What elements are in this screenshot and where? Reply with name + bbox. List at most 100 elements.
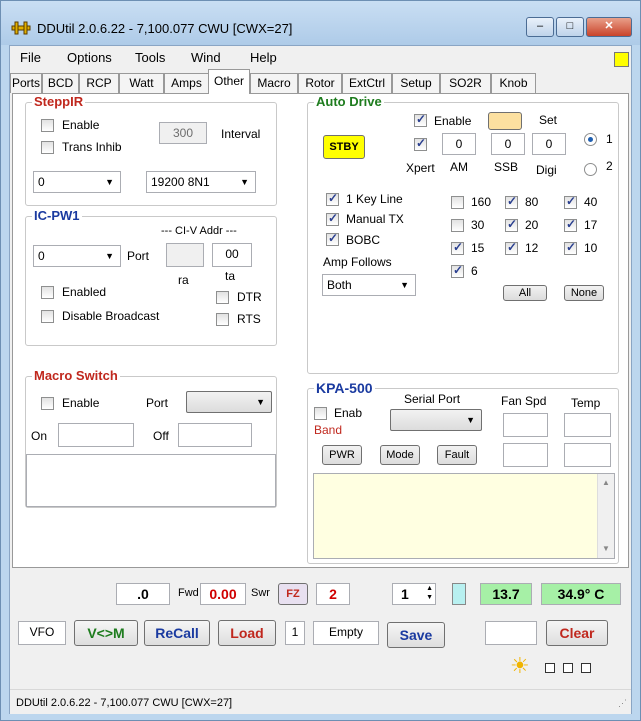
kpa500-group: KPA-500 Enab Band Serial Port ▼ Fan Spd … bbox=[307, 380, 619, 564]
tab-other[interactable]: Other bbox=[208, 69, 250, 94]
band-160-checkbox[interactable] bbox=[451, 196, 464, 209]
one-key-line-checkbox[interactable] bbox=[326, 191, 339, 206]
macro-port-select[interactable]: ▼ bbox=[186, 391, 272, 413]
no-bands-button[interactable]: None bbox=[564, 285, 604, 301]
trans-inhib-checkbox[interactable] bbox=[41, 141, 54, 154]
stby-button[interactable]: STBY bbox=[323, 135, 365, 159]
ta-input[interactable]: 00 bbox=[212, 243, 252, 267]
band-30-checkbox[interactable] bbox=[451, 219, 464, 232]
radio-2[interactable] bbox=[584, 163, 597, 176]
save-button[interactable]: Save bbox=[387, 622, 445, 648]
kpa-extra-input-2[interactable] bbox=[564, 443, 611, 467]
macro-log[interactable] bbox=[26, 454, 276, 507]
xpert-checkbox[interactable] bbox=[414, 136, 427, 151]
memory-input[interactable] bbox=[485, 621, 537, 645]
rts-checkbox[interactable] bbox=[216, 313, 229, 326]
tab-macro[interactable]: Macro bbox=[250, 73, 298, 93]
fz-button[interactable]: FZ bbox=[278, 583, 308, 605]
set-color-button[interactable] bbox=[488, 112, 522, 130]
vm-button[interactable]: V<>M bbox=[74, 620, 138, 646]
dtr-checkbox[interactable] bbox=[216, 291, 229, 304]
band-15-checkbox[interactable] bbox=[451, 240, 464, 255]
amp-follows-select[interactable]: Both ▼ bbox=[322, 274, 416, 296]
tab-extctrl[interactable]: ExtCtrl bbox=[342, 73, 392, 93]
recall-button[interactable]: ReCall bbox=[144, 620, 210, 646]
menu-options[interactable]: Options bbox=[67, 50, 112, 65]
band-20-checkbox[interactable] bbox=[505, 217, 518, 232]
manual-tx-checkbox[interactable] bbox=[326, 211, 339, 226]
bobc-checkbox[interactable] bbox=[326, 231, 339, 246]
tab-so2r[interactable]: SO2R bbox=[440, 73, 491, 93]
radio-1-label: 1 bbox=[606, 132, 613, 146]
am-input[interactable]: 0 bbox=[442, 133, 476, 155]
fan-spd-label: Fan Spd bbox=[501, 394, 547, 408]
ra-input[interactable] bbox=[166, 243, 204, 267]
close-button[interactable]: ✕ bbox=[586, 17, 632, 37]
icpw1-port-value: 0 bbox=[38, 249, 45, 263]
kpa-mode-button[interactable]: Mode bbox=[380, 445, 420, 465]
band-6-label: 6 bbox=[471, 264, 478, 278]
steppir-enable-checkbox[interactable] bbox=[41, 119, 54, 132]
band-40-label: 40 bbox=[584, 195, 598, 209]
steppir-enable-label: Enable bbox=[62, 118, 100, 132]
macro-enable-checkbox[interactable] bbox=[41, 397, 54, 410]
ssb-input[interactable]: 0 bbox=[491, 133, 525, 155]
tab-ports[interactable]: Ports bbox=[10, 73, 42, 93]
tab-amps[interactable]: Amps bbox=[164, 73, 209, 93]
band-10-checkbox[interactable] bbox=[564, 240, 577, 255]
interval-input[interactable]: 300 bbox=[159, 122, 207, 144]
all-bands-button[interactable]: All bbox=[503, 285, 547, 301]
tab-rcp[interactable]: RCP bbox=[79, 73, 119, 93]
scroll-up-icon[interactable]: ▲ bbox=[602, 478, 610, 487]
icpw1-enabled-checkbox[interactable] bbox=[41, 286, 54, 299]
disable-broadcast-checkbox[interactable] bbox=[41, 310, 54, 323]
tab-rotor[interactable]: Rotor bbox=[298, 73, 342, 93]
kpa-serial-port-select[interactable]: ▼ bbox=[390, 409, 482, 431]
menu-help[interactable]: Help bbox=[250, 50, 277, 65]
band-40-checkbox[interactable] bbox=[564, 194, 577, 209]
steppir-baud-select[interactable]: 19200 8N1 ▼ bbox=[146, 171, 256, 193]
band-12-checkbox[interactable] bbox=[505, 240, 518, 255]
auto-drive-enable-checkbox[interactable] bbox=[414, 112, 427, 127]
maximize-button[interactable]: □ bbox=[556, 17, 584, 37]
tab-knob[interactable]: Knob bbox=[491, 73, 536, 93]
kpa-scrollbar[interactable]: ▲ ▼ bbox=[597, 474, 614, 558]
macro-on-input[interactable] bbox=[58, 423, 134, 447]
tab-bcd[interactable]: BCD bbox=[42, 73, 79, 93]
resize-grip-icon[interactable]: ⋰ bbox=[618, 698, 627, 709]
load-button[interactable]: Load bbox=[218, 620, 276, 646]
icpw1-port-select[interactable]: 0 ▼ bbox=[33, 245, 121, 267]
steppir-port-select[interactable]: 0 ▼ bbox=[33, 171, 121, 193]
band-20-label: 20 bbox=[525, 218, 539, 232]
tab-setup[interactable]: Setup bbox=[392, 73, 440, 93]
kpa-pwr-button[interactable]: PWR bbox=[322, 445, 362, 465]
temp-input[interactable] bbox=[564, 413, 611, 437]
fan-spd-input[interactable] bbox=[503, 413, 548, 437]
kpa500-title: KPA-500 bbox=[314, 380, 375, 396]
band-6-checkbox[interactable] bbox=[451, 263, 464, 278]
spin-updown-icon[interactable]: ▲ ▼ bbox=[426, 584, 433, 602]
kpa-enab-checkbox[interactable] bbox=[314, 407, 327, 420]
minimize-button[interactable]: – bbox=[526, 17, 554, 37]
band-17-checkbox[interactable] bbox=[564, 217, 577, 232]
kpa-fault-button[interactable]: Fault bbox=[437, 445, 477, 465]
digi-input[interactable]: 0 bbox=[532, 133, 566, 155]
kpa-extra-input-1[interactable] bbox=[503, 443, 548, 467]
kpa-message-box[interactable]: ▲ ▼ bbox=[313, 473, 615, 559]
band-80-checkbox[interactable] bbox=[505, 194, 518, 209]
clear-button[interactable]: Clear bbox=[546, 620, 608, 646]
radio-1[interactable] bbox=[584, 133, 597, 146]
on-label: On bbox=[31, 429, 48, 443]
ra-label: ra bbox=[178, 273, 189, 287]
off-label: Off bbox=[153, 429, 169, 443]
menu-wind[interactable]: Wind bbox=[191, 50, 221, 65]
menu-file[interactable]: File bbox=[20, 50, 41, 65]
icpw1-group: IC-PW1 --- CI-V Addr --- 0 ▼ Port 00 ra t… bbox=[25, 208, 277, 346]
amp-follows-label: Amp Follows bbox=[323, 255, 392, 269]
disable-broadcast-label: Disable Broadcast bbox=[62, 309, 160, 323]
macro-off-input[interactable] bbox=[178, 423, 252, 447]
scroll-down-icon[interactable]: ▼ bbox=[602, 544, 610, 553]
spin-input[interactable]: 1 ▲ ▼ bbox=[392, 583, 436, 605]
menu-tools[interactable]: Tools bbox=[135, 50, 165, 65]
tab-watt[interactable]: Watt bbox=[119, 73, 164, 93]
